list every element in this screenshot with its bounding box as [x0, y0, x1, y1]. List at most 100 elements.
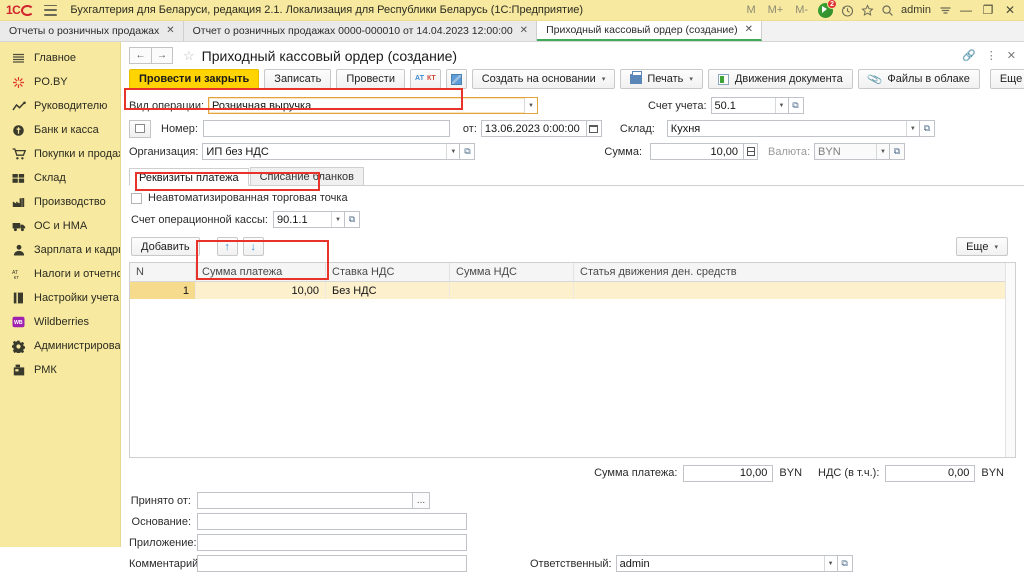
window-minimize-button[interactable]: —: [955, 0, 977, 21]
responsible-open-button[interactable]: ⧉: [837, 555, 853, 572]
number-input[interactable]: [202, 120, 450, 137]
tab-close-icon[interactable]: ✕: [166, 21, 174, 41]
close-document-icon[interactable]: ✕: [1007, 49, 1016, 62]
sidebar-item-main[interactable]: Главное: [0, 46, 120, 70]
create-based-on-button[interactable]: Создать на основании ▾: [471, 69, 616, 89]
m-minus-button[interactable]: M-: [789, 0, 814, 21]
m-plus-button[interactable]: M+: [762, 0, 790, 21]
settings-lines-icon[interactable]: [935, 0, 955, 21]
sidebar-item-fixed-assets[interactable]: ОС и НМА: [0, 214, 120, 238]
main-menu-icon[interactable]: [44, 4, 58, 16]
table-row[interactable]: 1 10,00 Без НДС: [130, 282, 1015, 299]
structure-button[interactable]: [445, 69, 467, 89]
footer-fields: Принято от: ... Основание: Приложение: К…: [121, 484, 1024, 574]
back-button[interactable]: ←: [129, 47, 151, 64]
calendar-icon[interactable]: [586, 120, 602, 137]
responsible-input[interactable]: admin ▼: [615, 555, 838, 572]
calculator-icon[interactable]: [744, 143, 759, 160]
cash-account-input[interactable]: 90.1.1 ▼: [273, 211, 345, 228]
window-close-button[interactable]: ✕: [999, 0, 1021, 21]
chevron-down-icon[interactable]: ▼: [524, 98, 538, 113]
cell-vat-rate[interactable]: Без НДС: [326, 282, 450, 299]
organization-open-button[interactable]: ⧉: [460, 143, 476, 160]
sidebar-item-bank-cash[interactable]: Банк и касса: [0, 118, 120, 142]
sidebar-item-manager[interactable]: Руководителю: [0, 94, 120, 118]
write-button[interactable]: Записать: [264, 69, 332, 89]
warehouse-open-button[interactable]: ⧉: [919, 120, 935, 137]
amount-input[interactable]: 10,00: [650, 143, 745, 160]
sidebar-item-warehouse[interactable]: Склад: [0, 166, 120, 190]
chevron-down-icon[interactable]: ▼: [823, 556, 837, 571]
table-more-button[interactable]: Еще ▾: [956, 237, 1008, 256]
currency-open-button[interactable]: ⧉: [890, 143, 906, 160]
sidebar-item-rmk[interactable]: РМК: [0, 358, 120, 382]
basis-input[interactable]: [197, 513, 467, 530]
non-automated-point-checkbox[interactable]: [131, 192, 142, 204]
column-header-n[interactable]: N: [130, 263, 196, 281]
sidebar-item-wildberries[interactable]: WB Wildberries: [0, 310, 120, 334]
more-menu-button[interactable]: Еще ▾: [989, 69, 1024, 89]
comment-input[interactable]: [197, 555, 467, 572]
user-menu[interactable]: admin: [897, 4, 935, 16]
warehouse-input[interactable]: Кухня ▼: [666, 120, 920, 137]
favorites-star-icon[interactable]: [857, 0, 877, 21]
print-button[interactable]: Печать ▾: [620, 69, 703, 89]
cell-cashflow-item[interactable]: [574, 282, 1015, 299]
organization-input[interactable]: ИП без НДС ▼: [202, 143, 461, 160]
account-input[interactable]: 50.1 ▼: [710, 97, 789, 114]
accepted-from-input[interactable]: [197, 492, 413, 509]
accepted-from-select-button[interactable]: ...: [413, 492, 430, 509]
chevron-down-icon[interactable]: ▼: [905, 121, 919, 136]
at-kt-report-button[interactable]: АТ КТ: [409, 69, 441, 89]
sidebar-item-taxes-reporting[interactable]: АТКТ Налоги и отчетность: [0, 262, 121, 286]
tab-close-icon[interactable]: ✕: [745, 20, 753, 40]
column-header-cashflow-item[interactable]: Статья движения ден. средств: [574, 263, 1015, 281]
cell-vat-sum[interactable]: [450, 282, 574, 299]
post-and-close-button[interactable]: Провести и закрыть: [129, 69, 260, 89]
column-header-payment-sum[interactable]: Сумма платежа: [196, 263, 326, 281]
search-icon[interactable]: [877, 0, 897, 21]
sidebar-item-payroll-hr[interactable]: Зарплата и кадры: [0, 238, 120, 262]
chevron-down-icon[interactable]: ▼: [446, 144, 460, 159]
move-row-down-button[interactable]: ↓: [242, 237, 264, 256]
sidebar-item-roby[interactable]: PO.BY: [0, 70, 120, 94]
history-clock-icon[interactable]: [837, 0, 857, 21]
chevron-down-icon[interactable]: ▼: [876, 144, 890, 159]
attachment-input[interactable]: [197, 534, 467, 551]
comment-label: Комментарий:: [129, 557, 202, 570]
tab-retail-sales-report-doc[interactable]: Отчет о розничных продажах 0000-000010 о…: [183, 21, 538, 41]
window-maximize-button[interactable]: ❐: [977, 0, 999, 21]
sidebar-item-purchases-sales[interactable]: Покупки и продажи: [0, 142, 120, 166]
operation-type-input[interactable]: Розничная выручка ▼: [208, 97, 539, 114]
cash-account-open-button[interactable]: ⧉: [345, 211, 360, 228]
more-menu-icon[interactable]: ⋮: [986, 49, 997, 62]
add-row-button[interactable]: Добавить: [131, 237, 200, 256]
m-button[interactable]: M: [740, 0, 761, 21]
chevron-down-icon[interactable]: ▼: [331, 212, 344, 227]
tab-form-writeoff[interactable]: Списание бланков: [249, 167, 364, 185]
link-icon[interactable]: 🔗: [962, 49, 976, 62]
cloud-files-button[interactable]: 📎 Файлы в облаке: [857, 69, 980, 89]
post-button[interactable]: Провести: [336, 69, 405, 89]
cell-payment-sum[interactable]: 10,00: [196, 282, 326, 299]
sidebar-item-administration[interactable]: Администрирование: [0, 334, 120, 358]
document-movements-button[interactable]: Движения документа: [707, 69, 853, 89]
number-settings-button[interactable]: [129, 119, 151, 138]
currency-input[interactable]: BYN ▼: [814, 143, 891, 160]
favorite-star-icon[interactable]: ☆: [183, 48, 195, 64]
account-open-button[interactable]: ⧉: [788, 97, 804, 114]
sidebar-item-accounting-settings[interactable]: Настройки учета: [0, 286, 120, 310]
forward-button[interactable]: →: [151, 47, 173, 64]
tab-payment-details[interactable]: Реквизиты платежа: [129, 168, 249, 186]
tab-retail-sales-reports[interactable]: Отчеты о розничных продажах ✕: [0, 21, 184, 41]
tab-cash-receipt-order[interactable]: Приходный кассовый ордер (создание) ✕: [537, 20, 763, 41]
tab-close-icon[interactable]: ✕: [520, 21, 528, 41]
move-row-up-button[interactable]: ↑: [216, 237, 238, 256]
column-header-vat-sum[interactable]: Сумма НДС: [450, 263, 574, 281]
column-header-vat-rate[interactable]: Ставка НДС: [326, 263, 450, 281]
messenger-icon[interactable]: 2: [818, 0, 838, 18]
sidebar-item-production[interactable]: Производство: [0, 190, 120, 214]
table-vertical-scrollbar[interactable]: [1005, 263, 1015, 457]
chevron-down-icon[interactable]: ▼: [774, 98, 788, 113]
date-input[interactable]: 13.06.2023 0:00:00: [480, 120, 587, 137]
